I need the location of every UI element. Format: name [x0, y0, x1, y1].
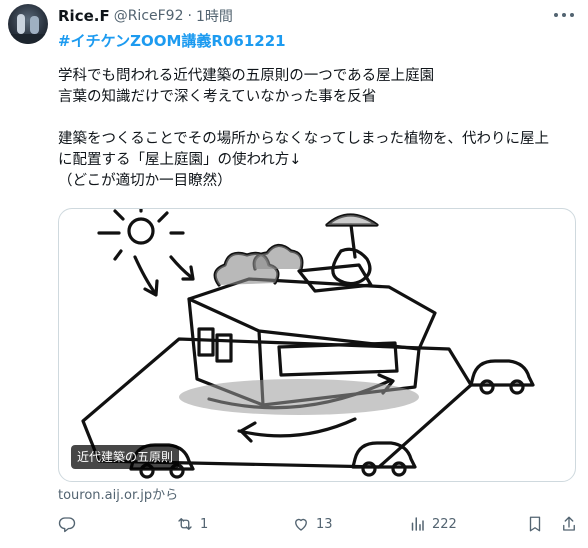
- timestamp[interactable]: 1時間: [196, 6, 233, 26]
- share-button[interactable]: [560, 514, 578, 534]
- rooftop-garden-illustration: [81, 209, 535, 479]
- tweet-line: に配置する「屋上庭園」の使われ方↓: [58, 152, 302, 168]
- avatar[interactable]: [8, 4, 48, 44]
- like-count: 13: [316, 516, 333, 532]
- separator: ·: [187, 8, 192, 24]
- tweet-line: （どこが適切か一目瞭然）: [58, 173, 232, 189]
- media-caption: 近代建築の五原則: [71, 445, 180, 469]
- tweet-line: 建築をつくることでその場所からなくなってしまった植物を、代わりに屋上: [58, 131, 549, 147]
- link-card-image[interactable]: 近代建築の五原則: [58, 208, 576, 482]
- tweet-header: Rice.F @RiceF92 · 1時間: [58, 6, 233, 26]
- retweet-count: 1: [200, 516, 209, 532]
- bookmark-icon: [529, 516, 541, 532]
- retweet-icon: [178, 518, 192, 530]
- like-button[interactable]: 13: [292, 514, 333, 534]
- share-icon: [563, 516, 575, 531]
- tweet-line: [58, 108, 578, 129]
- reply-icon: [58, 517, 76, 533]
- hashtag-link[interactable]: #イチケンZOOM講義R061221: [58, 30, 286, 51]
- views-icon: [411, 517, 424, 531]
- tweet-line: 言葉の知識だけで深く考えていなかった事を反省: [58, 89, 377, 105]
- views-button[interactable]: 222: [408, 514, 457, 534]
- tweet-line: 学科でも問われる近代建築の五原則の一つである屋上庭園: [58, 68, 435, 84]
- tweet[interactable]: Rice.F @RiceF92 · 1時間 #イチケンZOOM講義R061221…: [0, 0, 588, 548]
- reply-button[interactable]: [58, 514, 82, 534]
- source-link[interactable]: touron.aij.or.jpから: [58, 484, 178, 503]
- retweet-button[interactable]: 1: [176, 514, 208, 534]
- action-bar: 1 13 222: [0, 510, 588, 538]
- author-name[interactable]: Rice.F: [58, 7, 110, 25]
- bookmark-button[interactable]: [526, 514, 544, 534]
- more-dots-icon[interactable]: [554, 7, 574, 23]
- author-handle[interactable]: @RiceF92: [114, 8, 184, 24]
- views-count: 222: [432, 516, 457, 532]
- tweet-text: 学科でも問われる近代建築の五原則の一つである屋上庭園 言葉の知識だけで深く考えて…: [58, 66, 578, 192]
- heart-icon: [295, 518, 307, 531]
